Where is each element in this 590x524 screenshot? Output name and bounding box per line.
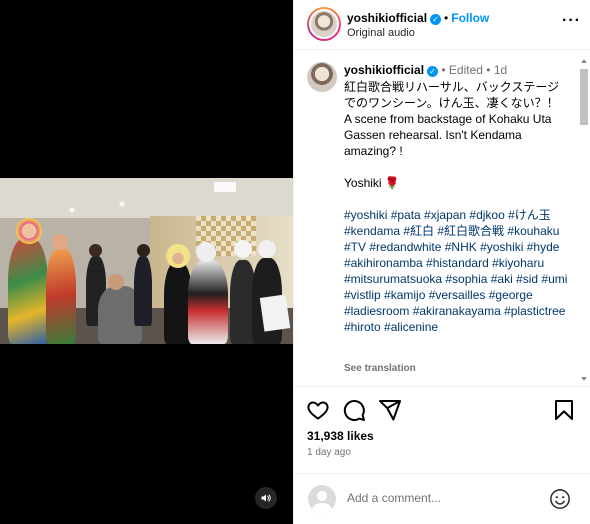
- action-bar: [294, 396, 590, 424]
- person-head: [52, 234, 68, 250]
- post-timestamp[interactable]: 1 day ago: [307, 447, 351, 458]
- post-age[interactable]: 1d: [494, 63, 507, 77]
- person-head: [234, 240, 252, 258]
- edited-label: Edited: [448, 63, 483, 77]
- person-head: [258, 240, 276, 258]
- post-header: yoshikiofficial ✓ • Follow Original audio ·…: [294, 0, 590, 50]
- scroll-up-arrow-icon[interactable]: [581, 59, 587, 63]
- speaker-icon: [261, 494, 271, 502]
- see-translation-link[interactable]: See translation: [344, 363, 416, 374]
- caption-scrollbar[interactable]: [580, 59, 588, 381]
- caption-signature: Yoshiki 🌹: [344, 176, 400, 190]
- like-count[interactable]: 31,938 likes: [307, 429, 374, 443]
- audio-toggle-button[interactable]: [255, 487, 277, 509]
- current-user-avatar: [308, 485, 336, 513]
- separator-dot: •: [486, 63, 494, 77]
- video-player[interactable]: [0, 0, 293, 524]
- person-head: [196, 242, 216, 262]
- person-head: [89, 244, 102, 257]
- person-figure: [188, 260, 228, 344]
- comment-input[interactable]: [347, 491, 527, 505]
- person-head: [166, 244, 190, 268]
- author-avatar[interactable]: [307, 7, 341, 41]
- comment-composer: [294, 473, 590, 524]
- comment-icon[interactable]: [342, 398, 366, 422]
- post-details-panel: yoshikiofficial ✓ • Follow Original audio ·…: [293, 0, 590, 524]
- caption-jp: 紅白歌合戦リハーサル、バックステージでのワンシーン。けん玉、凄くない？！: [344, 80, 560, 110]
- emoji-icon[interactable]: [549, 488, 571, 510]
- bookmark-icon[interactable]: [552, 398, 576, 422]
- caption-username[interactable]: yoshikiofficial: [344, 63, 424, 77]
- follow-button[interactable]: Follow: [451, 11, 489, 25]
- person-figure: [46, 248, 76, 344]
- hashtag-list[interactable]: #yoshiki #pata #xjapan #djkoo #けん玉 #kend…: [344, 207, 570, 335]
- person-head: [108, 274, 124, 290]
- separator-dot: •: [444, 11, 449, 25]
- caption-text: 紅白歌合戦リハーサル、バックステージでのワンシーン。けん玉、凄くない？！ A s…: [344, 79, 570, 335]
- person-head: [137, 244, 150, 257]
- exit-sign: [214, 182, 236, 192]
- scroll-down-arrow-icon[interactable]: [581, 377, 587, 381]
- caption-header: yoshikiofficial ✓ • Edited • 1d: [344, 63, 507, 77]
- author-username[interactable]: yoshikiofficial: [347, 11, 427, 25]
- caption-area[interactable]: yoshikiofficial ✓ • Edited • 1d 紅白歌合戦リハーサ…: [294, 51, 590, 387]
- more-horizontal-icon[interactable]: ···: [562, 13, 581, 29]
- paper-sheet: [259, 294, 291, 332]
- person-figure: [8, 238, 48, 344]
- video-frame[interactable]: [0, 178, 293, 344]
- caption-author-avatar[interactable]: [307, 62, 337, 92]
- heart-icon[interactable]: [306, 398, 330, 422]
- author-username-row: yoshikiofficial ✓ • Follow: [347, 11, 489, 25]
- verified-badge-icon: ✓: [430, 14, 442, 25]
- person-figure: [134, 256, 152, 326]
- ceiling-light: [120, 202, 124, 206]
- caption-en: A scene from backstage of Kohaku Uta Gas…: [344, 112, 552, 158]
- audio-label[interactable]: Original audio: [347, 27, 415, 39]
- share-icon[interactable]: [378, 398, 402, 422]
- person-head: [16, 218, 42, 244]
- ceiling-light: [70, 208, 74, 212]
- separator-dot: •: [441, 63, 449, 77]
- verified-badge-icon: ✓: [427, 66, 439, 77]
- scroll-thumb[interactable]: [580, 69, 588, 125]
